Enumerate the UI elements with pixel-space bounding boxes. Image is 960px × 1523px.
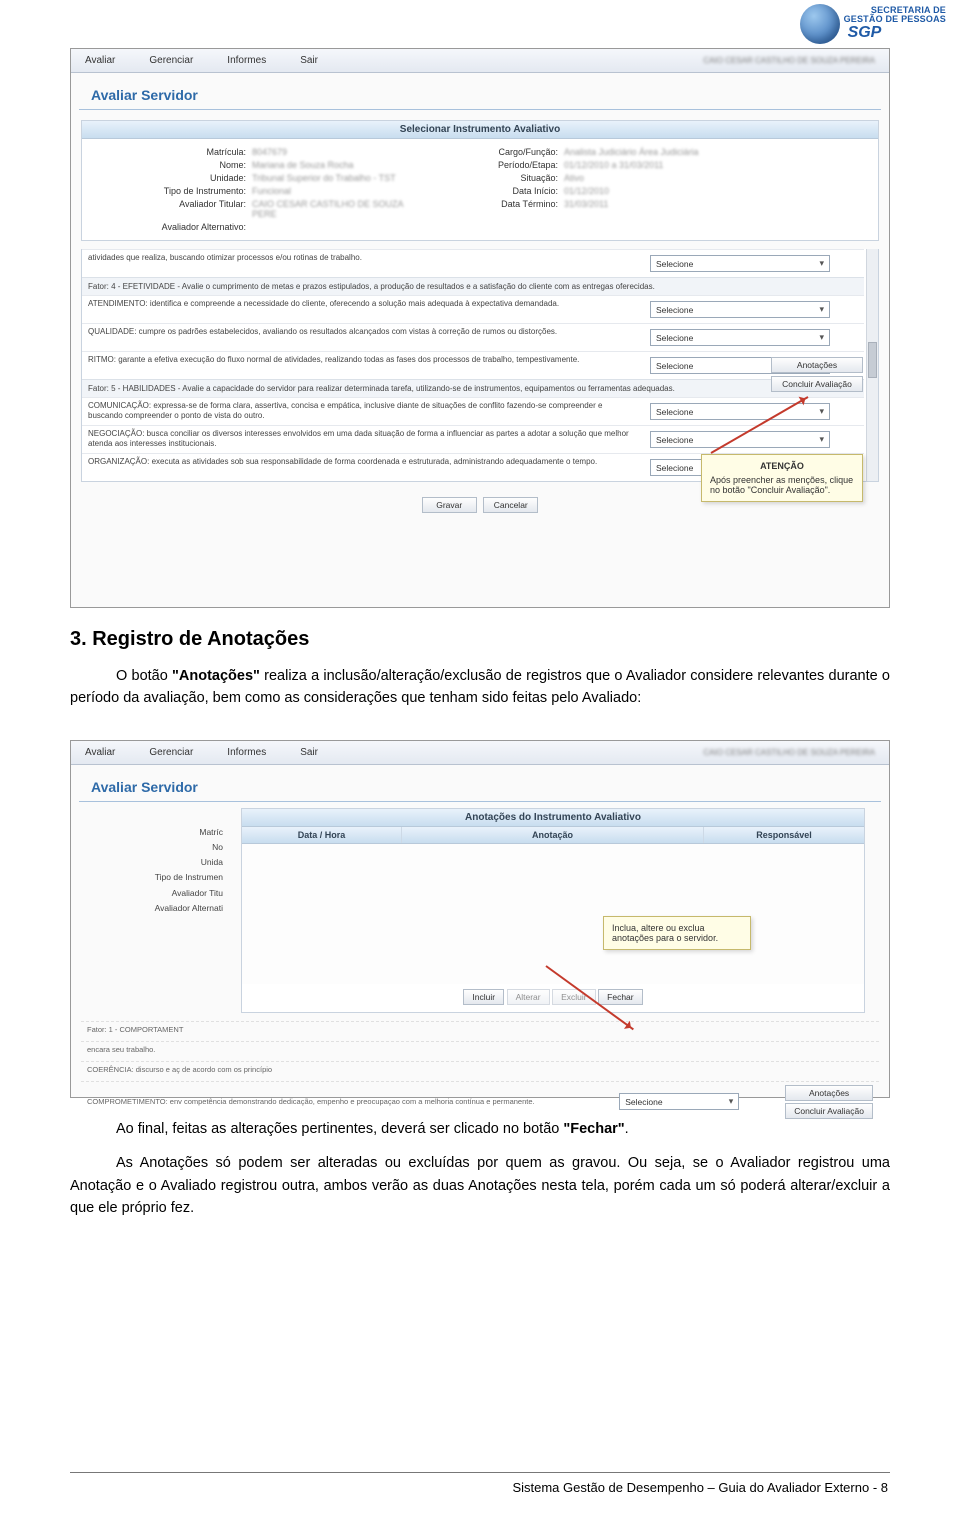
callout-attention: ATENÇÃO Após preencher as menções, cliqu… (701, 454, 863, 502)
page-title: Avaliar Servidor (79, 73, 881, 110)
value-unidade: Tribunal Superior do Trabalho - TST (252, 173, 422, 183)
edit-button[interactable]: Alterar (507, 989, 550, 1005)
col-annotation: Anotação (402, 827, 704, 843)
logo-acronym: SGP (848, 24, 946, 42)
label-unidade: Unidade: (96, 173, 246, 183)
section-heading: 3. Registro de Anotações (70, 628, 890, 651)
menu-informes[interactable]: Informes (227, 747, 266, 758)
factor-5-header: Fator: 5 - HABILIDADES - Avalie a capaci… (82, 379, 864, 397)
instrument-panel-header: Selecionar Instrumento Avaliativo (82, 121, 878, 139)
annotations-buttons: Incluir Alterar Excluir Fechar (242, 984, 864, 1012)
menu-avaliar[interactable]: Avaliar (85, 747, 115, 758)
background-row: COERÊNCIA: discurso e aç de acordo com o… (81, 1061, 879, 1077)
background-row: COMPROMETIMENTO: env competência demonst… (81, 1081, 879, 1122)
annotations-button[interactable]: Anotações (785, 1085, 873, 1101)
criteria-text: NEGOCIAÇÃO: busca conciliar os diversos … (82, 426, 644, 453)
section-paragraph-1: O botão "Anotações" realiza a inclusão/a… (70, 665, 890, 710)
col-responsible: Responsável (704, 827, 864, 843)
menu-gerenciar[interactable]: Gerenciar (149, 55, 193, 66)
criteria-select[interactable]: Selecione (650, 255, 830, 272)
label-data-inicio: Data Início: (428, 186, 558, 196)
value-periodo: 01/12/2010 a 31/03/2011 (564, 160, 734, 170)
footer-text: Sistema Gestão de Desempenho – Guia do A… (512, 1480, 888, 1495)
page-title: Avaliar Servidor (79, 765, 881, 802)
conclude-evaluation-button[interactable]: Concluir Avaliação (785, 1103, 873, 1119)
annotations-table-header: Data / Hora Anotação Responsável (242, 827, 864, 844)
app-menubar: Avaliar Gerenciar Informes Sair CAIO CES… (71, 741, 889, 765)
criteria-select[interactable]: Selecione (650, 329, 830, 346)
criteria-select[interactable]: Selecione (619, 1093, 739, 1110)
globe-icon (800, 4, 840, 44)
menu-informes[interactable]: Informes (227, 55, 266, 66)
screenshot-evaluate-form: Avaliar Gerenciar Informes Sair CAIO CES… (70, 48, 890, 608)
menu-sair[interactable]: Sair (300, 55, 318, 66)
value-matricula: 8047679 (252, 147, 422, 157)
annotations-button[interactable]: Anotações (771, 357, 863, 373)
label-avaliador-titular: Avaliador Titular: (96, 199, 246, 219)
callout-body: Após preencher as menções, clique no bot… (710, 475, 854, 495)
value-data-inicio: 01/12/2010 (564, 186, 734, 196)
menu-gerenciar[interactable]: Gerenciar (149, 747, 193, 758)
menu-sair[interactable]: Sair (300, 747, 318, 758)
annotations-panel-header: Anotações do Instrumento Avaliativo (242, 809, 864, 827)
value-avaliador-titular: CAIO CESAR CASTILHO DE SOUZA PERE (252, 199, 422, 219)
section-paragraph-3: As Anotações só podem ser alteradas ou e… (70, 1152, 890, 1219)
background-factor-row: Fator: 1 - COMPORTAMENT (81, 1021, 879, 1037)
scrollbar[interactable] (866, 249, 878, 481)
conclude-evaluation-button[interactable]: Concluir Avaliação (771, 376, 863, 392)
criteria-text: ATENDIMENTO: identifica e compreende a n… (82, 296, 644, 323)
cancel-button[interactable]: Cancelar (483, 497, 538, 513)
background-row: encara seu trabalho. (81, 1041, 879, 1057)
value-situacao: Ativo (564, 173, 734, 183)
criteria-text: atividades que realiza, buscando otimiza… (82, 250, 644, 277)
logo-line2: GESTÃO DE PESSOAS (844, 15, 946, 24)
menubar-username: CAIO CESAR CASTILHO DE SOUZA PEREIRA (703, 56, 875, 65)
criteria-text: ORGANIZAÇÃO: executa as atividades sob s… (82, 454, 644, 481)
label-cargo: Cargo/Função: (428, 147, 558, 157)
close-button[interactable]: Fechar (598, 989, 642, 1005)
include-button[interactable]: Incluir (463, 989, 504, 1005)
value-avaliador-alternativo (252, 222, 422, 232)
save-button[interactable]: Gravar (422, 497, 477, 513)
header-logo: SECRETARIA DE GESTÃO DE PESSOAS SGP (800, 4, 946, 44)
value-cargo: Analista Judiciário Área Judiciária (564, 147, 734, 157)
criteria-text: QUALIDADE: cumpre os padrões estabelecid… (82, 324, 644, 351)
menubar-username: CAIO CESAR CASTILHO DE SOUZA PEREIRA (703, 748, 875, 757)
callout-title: ATENÇÃO (710, 461, 854, 471)
app-menubar: Avaliar Gerenciar Informes Sair CAIO CES… (71, 49, 889, 73)
label-nome: Nome: (96, 160, 246, 170)
menu-avaliar[interactable]: Avaliar (85, 55, 115, 66)
criteria-text: RITMO: garante a efetiva execução do flu… (82, 352, 644, 379)
label-avaliador-alternativo: Avaliador Alternativo: (96, 222, 246, 232)
background-form-labels: Matríc No Unida Tipo de Instrumen Avalia… (83, 825, 223, 916)
value-data-termino: 31/03/2011 (564, 199, 734, 219)
criteria-list: atividades que realiza, buscando otimiza… (81, 249, 879, 482)
screenshot-annotations-modal: Avaliar Gerenciar Informes Sair CAIO CES… (70, 740, 890, 1098)
label-situacao: Situação: (428, 173, 558, 183)
footer-rule (70, 1472, 890, 1473)
col-date-time: Data / Hora (242, 827, 402, 843)
value-nome: Mariana de Souza Rocha (252, 160, 422, 170)
callout-annotations-hint: Inclua, altere ou exclua anotações para … (603, 916, 751, 950)
instrument-panel: Selecionar Instrumento Avaliativo Matríc… (81, 120, 879, 241)
label-data-termino: Data Término: (428, 199, 558, 219)
value-tipo: Funcional (252, 186, 422, 196)
label-tipo: Tipo de Instrumento: (96, 186, 246, 196)
annotations-table-body (242, 844, 864, 984)
factor-4-header: Fator: 4 - EFETIVIDADE - Avalie o cumpri… (82, 277, 864, 295)
label-periodo: Período/Etapa: (428, 160, 558, 170)
criteria-select[interactable]: Selecione (650, 301, 830, 318)
criteria-text: COMUNICAÇÃO: expressa-se de forma clara,… (82, 398, 644, 425)
label-matricula: Matrícula: (96, 147, 246, 157)
callout-body: Inclua, altere ou exclua anotações para … (612, 923, 742, 943)
